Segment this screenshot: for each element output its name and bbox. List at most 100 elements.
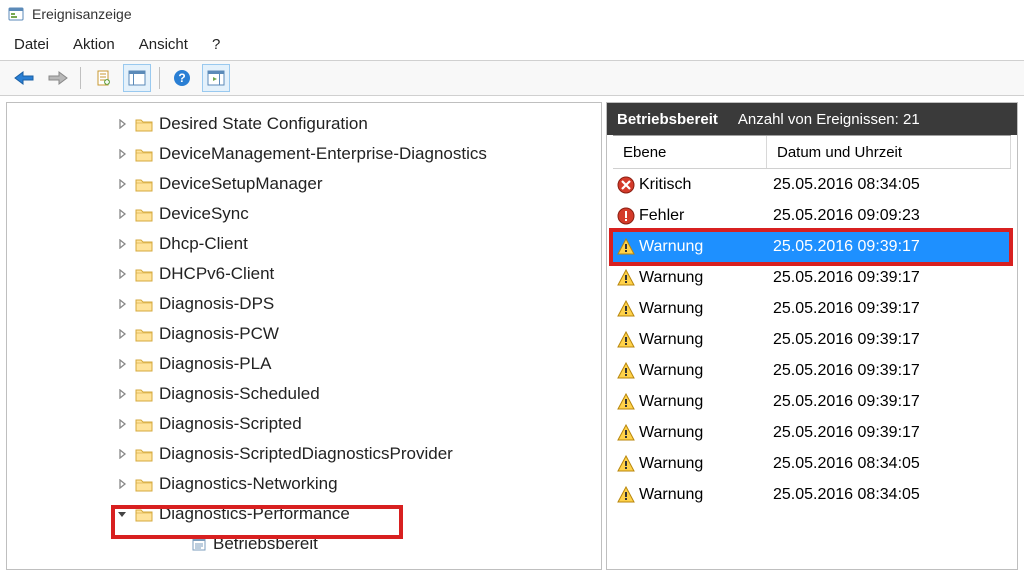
event-row[interactable]: Warnung 25.05.2016 09:39:17	[613, 293, 1011, 324]
tree-item[interactable]: DeviceManagement-Enterprise-Diagnostics	[7, 139, 601, 169]
tree-item[interactable]: Diagnosis-ScriptedDiagnosticsProvider	[7, 439, 601, 469]
folder-icon	[135, 327, 153, 341]
event-row[interactable]: Warnung 25.05.2016 09:39:17	[613, 355, 1011, 386]
folder-icon	[135, 447, 153, 461]
expander-icon[interactable]	[115, 119, 129, 129]
event-row[interactable]: Fehler25.05.2016 09:09:23	[613, 200, 1011, 231]
expander-icon[interactable]	[115, 149, 129, 159]
tree-item-label: Desired State Configuration	[159, 114, 368, 134]
expander-icon[interactable]	[115, 479, 129, 489]
tree-item[interactable]: DeviceSetupManager	[7, 169, 601, 199]
event-row[interactable]: Warnung 25.05.2016 08:34:05	[613, 448, 1011, 479]
tree-item[interactable]: Diagnostics-Performance	[7, 499, 601, 529]
event-row[interactable]: Kritisch25.05.2016 08:34:05	[613, 169, 1011, 200]
event-date: 25.05.2016 09:39:17	[767, 362, 1011, 380]
tree-item[interactable]: DeviceSync	[7, 199, 601, 229]
app-window: Ereignisanzeige Datei Aktion Ansicht ?	[0, 0, 1024, 576]
tree-item[interactable]: DHCPv6-Client	[7, 259, 601, 289]
event-date: 25.05.2016 09:39:17	[767, 424, 1011, 442]
column-date[interactable]: Datum und Uhrzeit	[767, 136, 1011, 168]
menu-help[interactable]: ?	[212, 36, 220, 53]
tree-item[interactable]: Diagnosis-Scheduled	[7, 379, 601, 409]
expander-icon[interactable]	[115, 359, 129, 369]
events-body: Kritisch25.05.2016 08:34:05Fehler25.05.2…	[613, 169, 1011, 569]
log-icon	[191, 536, 207, 552]
column-level[interactable]: Ebene	[613, 136, 767, 168]
event-level: Warnung	[639, 331, 703, 349]
event-row[interactable]: Warnung25.05.2016 08:34:05	[613, 479, 1011, 510]
tree-item[interactable]: Diagnostics-Networking	[7, 469, 601, 499]
titlebar: Ereignisanzeige	[0, 0, 1024, 28]
warning-icon	[617, 269, 635, 287]
expander-icon[interactable]	[115, 509, 129, 519]
events-columns: Ebene Datum und Uhrzeit	[613, 135, 1011, 169]
help-button[interactable]: ?	[168, 64, 196, 92]
folder-icon	[135, 207, 153, 221]
svg-text:?: ?	[178, 71, 185, 85]
show-hide-action-button[interactable]	[202, 64, 230, 92]
tree-item[interactable]: Diagnosis-DPS	[7, 289, 601, 319]
event-row[interactable]: Warnung25.05.2016 09:39:17	[613, 386, 1011, 417]
event-level: Warnung	[639, 362, 703, 380]
properties-button[interactable]	[89, 64, 117, 92]
events-panel: Betriebsbereit Anzahl von Ereignissen: 2…	[606, 102, 1018, 570]
events-header-count: Anzahl von Ereignissen: 21	[738, 111, 920, 128]
event-row[interactable]: Warnung 25.05.2016 09:39:17	[613, 417, 1011, 448]
tree-panel: Desired State Configuration DeviceManagem…	[6, 102, 602, 570]
event-level: Warnung	[639, 300, 703, 318]
event-level: Warnung	[639, 424, 703, 442]
event-level: Warnung	[639, 455, 703, 473]
tree-item-label: Betriebsbereit	[213, 534, 318, 554]
folder-icon	[135, 417, 153, 431]
tree-item[interactable]: Diagnosis-PLA	[7, 349, 601, 379]
expander-icon[interactable]	[115, 209, 129, 219]
content-area: Desired State Configuration DeviceManagem…	[0, 96, 1024, 576]
expander-icon[interactable]	[115, 449, 129, 459]
expander-icon[interactable]	[115, 419, 129, 429]
folder-icon	[135, 387, 153, 401]
event-level: Warnung	[639, 269, 703, 287]
warning-icon	[617, 393, 635, 411]
event-level: Warnung	[639, 393, 703, 411]
folder-icon	[135, 297, 153, 311]
tree-item-label: Diagnostics-Performance	[159, 504, 350, 524]
menu-view[interactable]: Ansicht	[139, 36, 188, 53]
event-date: 25.05.2016 09:39:17	[767, 300, 1011, 318]
critical-icon	[617, 176, 635, 194]
event-date: 25.05.2016 08:34:05	[767, 486, 1011, 504]
tree-item[interactable]: Diagnosis-PCW	[7, 319, 601, 349]
forward-button[interactable]	[44, 64, 72, 92]
event-row[interactable]: Warnung 25.05.2016 09:39:17	[613, 262, 1011, 293]
toolbar-separator	[159, 67, 160, 89]
tree-item[interactable]: Dhcp-Client	[7, 229, 601, 259]
folder-icon	[135, 177, 153, 191]
menu-file[interactable]: Datei	[14, 36, 49, 53]
back-button[interactable]	[10, 64, 38, 92]
window-title: Ereignisanzeige	[32, 6, 132, 22]
event-row[interactable]: Warnung25.05.2016 09:39:17	[613, 231, 1011, 262]
tree-item[interactable]: Diagnosis-Scripted	[7, 409, 601, 439]
toolbar-separator	[80, 67, 81, 89]
event-date: 25.05.2016 08:34:05	[767, 455, 1011, 473]
tree-item-label: DHCPv6-Client	[159, 264, 274, 284]
events-header-title: Betriebsbereit	[617, 111, 718, 128]
tree-item-label: Diagnosis-ScriptedDiagnosticsProvider	[159, 444, 453, 464]
show-hide-tree-button[interactable]	[123, 64, 151, 92]
menu-action[interactable]: Aktion	[73, 36, 115, 53]
folder-icon	[135, 477, 153, 491]
tree-item-label: Diagnosis-DPS	[159, 294, 274, 314]
tree-item[interactable]: Desired State Configuration	[7, 109, 601, 139]
tree-item-child[interactable]: Betriebsbereit	[7, 529, 601, 559]
expander-icon[interactable]	[115, 269, 129, 279]
event-level: Kritisch	[639, 176, 691, 194]
folder-icon	[135, 507, 153, 521]
expander-icon[interactable]	[115, 179, 129, 189]
event-date: 25.05.2016 09:39:17	[767, 331, 1011, 349]
expander-icon[interactable]	[115, 299, 129, 309]
expander-icon[interactable]	[115, 389, 129, 399]
expander-icon[interactable]	[115, 239, 129, 249]
event-date: 25.05.2016 09:39:17	[767, 269, 1011, 287]
folder-icon	[135, 267, 153, 281]
event-row[interactable]: Warnung 25.05.2016 09:39:17	[613, 324, 1011, 355]
expander-icon[interactable]	[115, 329, 129, 339]
